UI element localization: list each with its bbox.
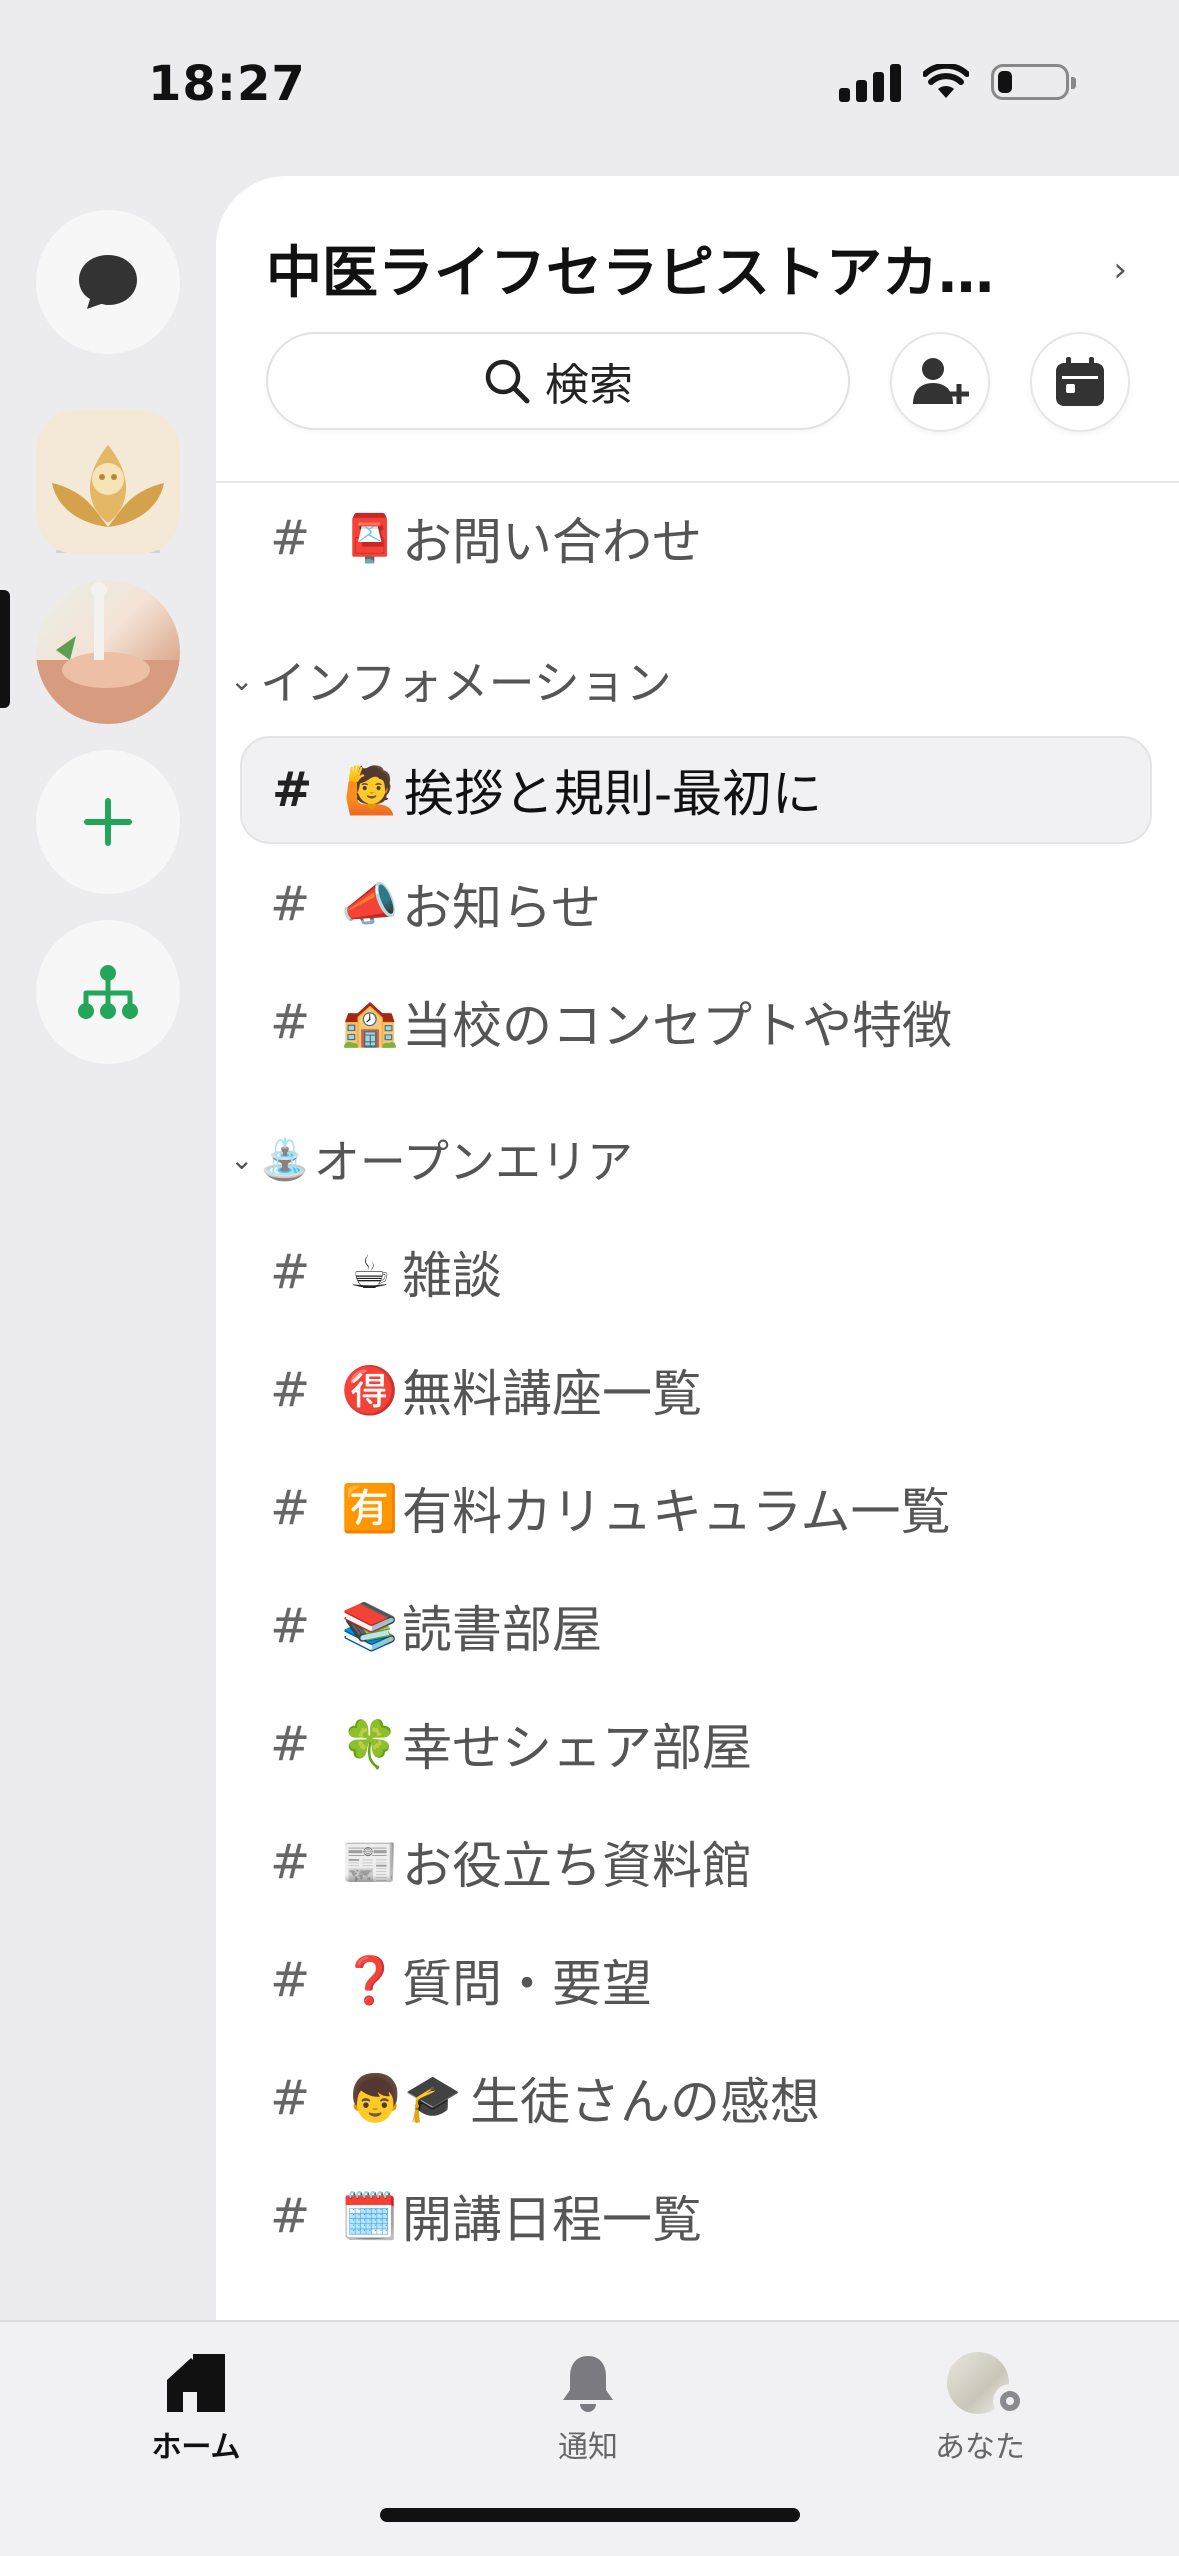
channel-name: 読書部屋 [402, 1601, 602, 1659]
channel-name: お問い合わせ [402, 513, 702, 571]
channel-name: 当校のコンセプトや特徴 [402, 997, 952, 1055]
direct-messages-button[interactable] [36, 210, 180, 354]
home-icon [167, 2354, 225, 2412]
channel-item-questions[interactable]: # ❓ 質問・要望 [240, 1926, 1152, 2034]
avatar [947, 2352, 1027, 2418]
hierarchy-icon [78, 965, 138, 1019]
lotus-logo-icon [52, 445, 164, 527]
hashtag-icon: # [270, 1952, 311, 2008]
server-discovery-button[interactable] [36, 920, 180, 1064]
channel-item-paid-curriculum[interactable]: # 🈶 有料カリュキュラム一覧 [240, 1454, 1152, 1562]
cellular-signal-icon [839, 62, 901, 102]
invite-members-button[interactable] [890, 332, 990, 432]
channel-emoji: 🏫 [341, 994, 399, 1049]
calendar-icon [1056, 357, 1104, 406]
hashtag-icon: # [270, 1480, 311, 1536]
channel-emoji: 🙋 [343, 762, 401, 817]
server-photo-image [36, 582, 180, 724]
channel-emoji: 📚 [341, 1598, 399, 1653]
channel-emoji: 📣 [341, 876, 399, 931]
channel-name: 雑談 [402, 1247, 502, 1305]
battery-icon [991, 64, 1076, 100]
search-button[interactable]: 検索 [266, 332, 850, 430]
channel-emoji: 🗓️ [341, 2188, 399, 2243]
server-icon-massage[interactable] [36, 580, 180, 724]
chevron-right-icon[interactable]: › [1113, 250, 1127, 290]
tab-label: 通知 [558, 2430, 618, 2465]
channel-name: 質問・要望 [402, 1955, 652, 2013]
channel-item-announcements[interactable]: # 📣 お知らせ [240, 850, 1152, 958]
channel-name: お役立ち資料館 [402, 1837, 752, 1895]
wifi-icon [923, 64, 969, 98]
channel-emoji: 📰 [341, 1834, 399, 1889]
channel-item-reading-room[interactable]: # 📚 読書部屋 [240, 1572, 1152, 1680]
channel-name: 生徒さんの感想 [470, 2073, 820, 2131]
hashtag-icon: # [270, 510, 311, 566]
hashtag-icon: # [270, 1598, 311, 1654]
hashtag-icon: # [272, 762, 313, 818]
tab-home[interactable]: ホーム [96, 2352, 296, 2466]
hashtag-icon: # [270, 994, 311, 1050]
category-emoji: ⛲ [260, 1136, 310, 1183]
home-indicator [380, 2508, 800, 2522]
category-information[interactable]: ⌄ インフォメーション [230, 645, 672, 715]
hashtag-icon: # [270, 1362, 311, 1418]
events-button[interactable] [1030, 332, 1130, 432]
category-name: インフォメーション [260, 656, 672, 710]
status-indicator-icon [993, 2384, 1027, 2418]
chevron-down-icon: ⌄ [230, 1142, 254, 1176]
channel-name: 開講日程一覧 [402, 2191, 702, 2249]
channel-panel: 中医ライフセラピストアカ… › 検索 # 📮 お問い合わせ ⌄ インフォメーショ… [216, 176, 1179, 2320]
header-divider [216, 481, 1179, 483]
tab-label: あなた [935, 2430, 1025, 2465]
add-server-button[interactable] [36, 750, 180, 894]
hashtag-icon: # [270, 2188, 311, 2244]
channel-name: 無料講座一覧 [402, 1365, 702, 1423]
channel-emoji: 👦🎓 [346, 2070, 462, 2125]
channel-item-inquiries[interactable]: # 📮 お問い合わせ [240, 484, 1152, 592]
channel-name: 有料カリュキュラム一覧 [402, 1483, 951, 1541]
server-rail [0, 170, 216, 2320]
hashtag-icon: # [270, 1834, 311, 1890]
plus-icon [84, 798, 132, 846]
channel-item-free-courses[interactable]: # 🉐 無料講座一覧 [240, 1336, 1152, 1444]
selected-server-indicator [0, 590, 10, 708]
channel-item-chat[interactable]: # ☕ 雑談 [240, 1218, 1152, 1326]
channel-emoji: 🈶 [341, 1480, 399, 1535]
chat-bubble-icon [79, 255, 137, 309]
channel-name: 幸せシェア部屋 [402, 1719, 752, 1777]
hashtag-icon: # [270, 876, 311, 932]
bell-icon [563, 2356, 613, 2412]
category-open-area[interactable]: ⌄ ⛲ オープンエリア [230, 1124, 633, 1194]
hashtag-icon: # [270, 1244, 311, 1300]
status-time: 18:27 [148, 56, 306, 112]
chevron-down-icon: ⌄ [230, 663, 254, 697]
hashtag-icon: # [270, 1716, 311, 1772]
channel-item-school-concept[interactable]: # 🏫 当校のコンセプトや特徴 [240, 968, 1152, 1076]
channel-emoji: ☕ [349, 1245, 391, 1299]
channel-name: 挨拶と規則-最初に [404, 765, 823, 823]
tab-label: ホーム [151, 2430, 241, 2465]
channel-name: お知らせ [402, 879, 601, 937]
channel-emoji: ❓ [341, 1952, 399, 2007]
add-user-icon [913, 358, 969, 404]
channel-item-happiness-share[interactable]: # 🍀 幸せシェア部屋 [240, 1690, 1152, 1798]
search-icon [485, 359, 530, 404]
search-label: 検索 [545, 360, 633, 411]
channel-emoji: 🉐 [341, 1362, 399, 1417]
channel-item-schedule[interactable]: # 🗓️ 開講日程一覧 [240, 2162, 1152, 2270]
channel-item-greetings-rules[interactable]: # 🙋 挨拶と規則-最初に [240, 736, 1152, 844]
channel-item-student-feedback[interactable]: # 👦🎓 生徒さんの感想 [240, 2044, 1152, 2152]
hashtag-icon: # [270, 2070, 311, 2126]
channel-emoji: 🍀 [341, 1716, 399, 1771]
tab-you[interactable]: あなた [880, 2352, 1080, 2466]
category-name: オープンエリア [313, 1135, 634, 1189]
server-icon-chinese-medicine[interactable] [36, 410, 180, 554]
server-title[interactable]: 中医ライフセラピストアカ… [266, 228, 1056, 309]
status-bar: 18:27 [0, 0, 1179, 170]
channel-emoji: 📮 [341, 510, 399, 565]
tab-notifications[interactable]: 通知 [488, 2352, 688, 2466]
channel-item-resources[interactable]: # 📰 お役立ち資料館 [240, 1808, 1152, 1916]
